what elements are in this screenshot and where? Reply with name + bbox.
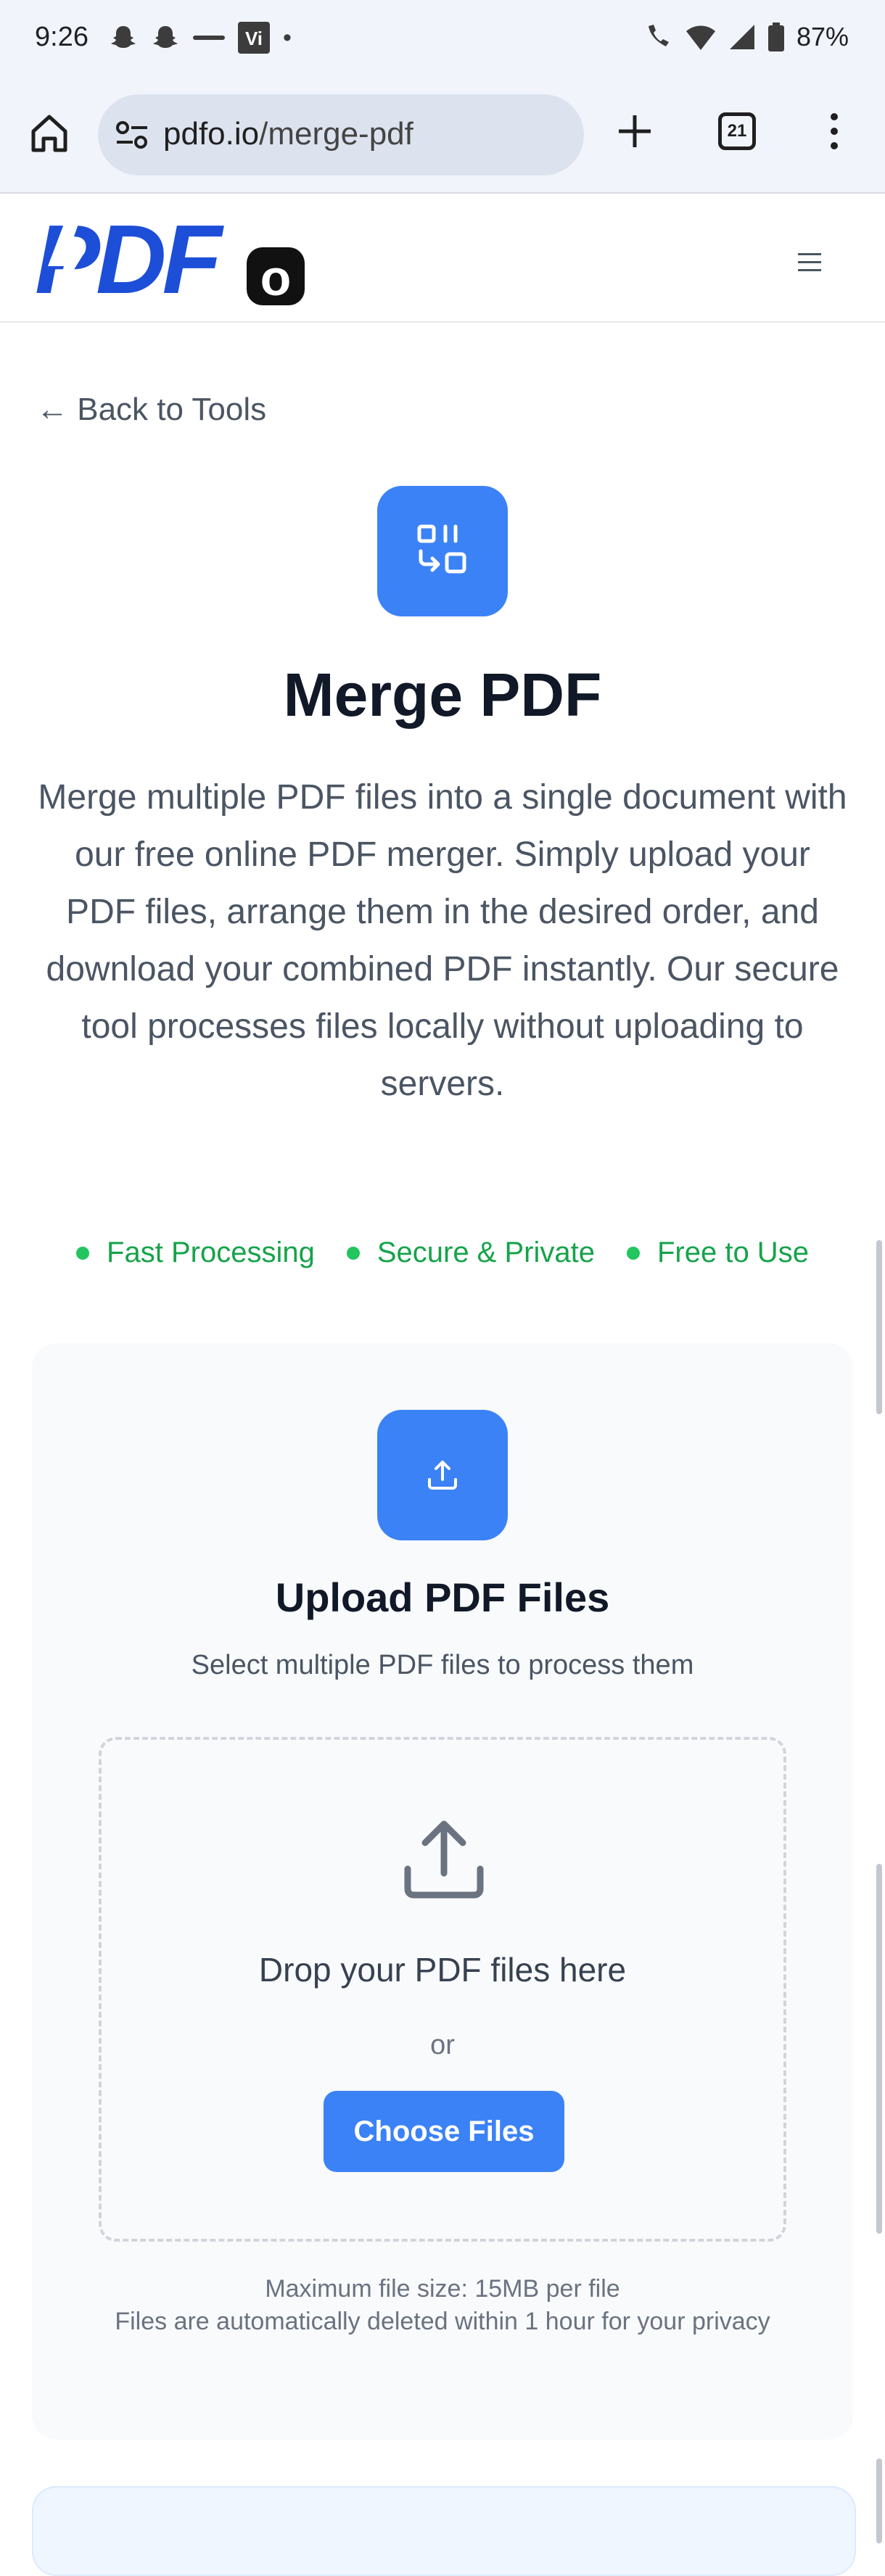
more-options-icon[interactable] (820, 110, 849, 153)
feature-label: Free to Use (656, 1237, 809, 1268)
upload-icon (428, 1461, 457, 1490)
status-bar: 9:26 Vi • 87% (0, 0, 885, 76)
upload-notes: Maximum file size: 15MB per file Files a… (75, 2273, 810, 2338)
snapchat-icon (153, 26, 178, 48)
dropzone-or: or (430, 2030, 455, 2060)
wifi-icon (686, 25, 715, 50)
scrollbar-thumb[interactable] (876, 1240, 882, 1414)
app-icon (193, 36, 225, 40)
page-description: Merge multiple PDF files into a single d… (38, 778, 847, 1103)
new-tab-icon[interactable] (613, 110, 656, 153)
privacy-note: Files are automatically deleted within 1… (115, 2308, 770, 2335)
status-time: 9:26 (35, 22, 88, 52)
url-path: /merge-pdf (259, 116, 413, 152)
file-size-note: Maximum file size: 15MB per file (265, 2275, 620, 2303)
signal-icon (729, 25, 754, 49)
upload-title: Upload PDF Files (275, 1574, 610, 1620)
status-right: 87% (643, 22, 849, 52)
dropzone-text: Drop your PDF files here (258, 1951, 627, 1989)
upload-card: Upload PDF Files Select multiple PDF fil… (32, 1343, 853, 2440)
green-dot-icon (76, 1246, 90, 1260)
url-text[interactable]: pdfo.io/merge-pdf (163, 116, 413, 152)
battery-percent: 87% (796, 22, 849, 51)
feature-label: Secure & Private (376, 1237, 595, 1268)
choose-files-button[interactable]: Choose Files (324, 2091, 564, 2172)
feature-item: Secure & Private (346, 1237, 595, 1269)
svg-text:Vi: Vi (245, 28, 263, 49)
tab-switcher-button[interactable]: 21 (718, 112, 756, 150)
file-dropzone[interactable]: Drop your PDF files here or Choose Files (99, 1737, 786, 2242)
svg-text:o: o (260, 249, 292, 306)
page-title: Merge PDF (283, 661, 602, 729)
upload-badge (377, 1410, 508, 1540)
upload-subtitle: Select multiple PDF files to process the… (191, 1650, 694, 1680)
browser-toolbar: pdfo.io/merge-pdf 21 (0, 76, 885, 194)
notification-dot: • (283, 24, 292, 51)
back-to-tools-link[interactable]: ← Back to Tools (36, 392, 266, 428)
feature-item: Fast Processing (76, 1237, 315, 1269)
merge-icon (417, 524, 466, 574)
merge-tool-badge (377, 486, 508, 616)
feature-label: Fast Processing (107, 1237, 315, 1268)
feature-list: Fast Processing Secure & Private Free to… (0, 1237, 885, 1269)
home-icon[interactable] (28, 111, 71, 154)
hamburger-menu-icon[interactable] (795, 252, 824, 273)
site-header: PDF o (0, 194, 885, 323)
scrollbar-thumb[interactable] (876, 1864, 882, 2234)
snapchat-icon (111, 26, 136, 48)
next-section-card (32, 2486, 856, 2576)
green-dot-icon (626, 1246, 640, 1260)
vi-icon: Vi (238, 22, 270, 54)
battery-icon (767, 22, 784, 51)
wifi-call-icon (648, 25, 669, 46)
green-dot-icon (346, 1246, 360, 1260)
site-settings-icon[interactable] (114, 119, 150, 151)
url-domain: pdfo.io (163, 116, 260, 152)
address-bar[interactable]: pdfo.io/merge-pdf (98, 94, 584, 176)
notification-icons: Vi • (109, 22, 292, 54)
upload-arrow-icon (404, 1820, 484, 1899)
scrollbar-thumb[interactable] (876, 2459, 882, 2543)
site-logo[interactable]: PDF o (35, 210, 310, 307)
feature-item: Free to Use (626, 1237, 809, 1269)
